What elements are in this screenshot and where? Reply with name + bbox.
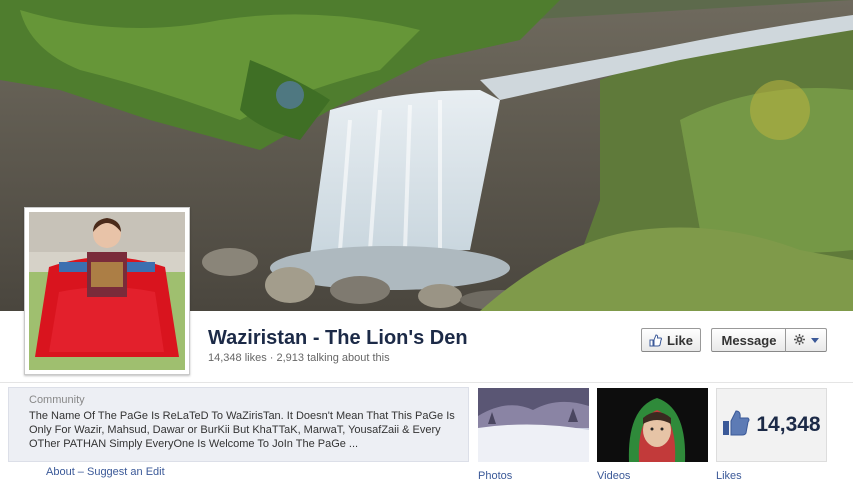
page-category: Community [29,394,85,406]
link-separator: – [74,466,87,478]
message-button-label: Message [721,332,777,348]
likes-label[interactable]: Likes [716,470,742,482]
about-links: About – Suggest an Edit [46,466,165,478]
videos-label[interactable]: Videos [597,470,630,482]
photos-label[interactable]: Photos [478,470,512,482]
page-title: Waziristan - The Lion's Den [208,327,468,349]
about-section: Community The Name Of The PaGe Is ReLaTe… [8,387,469,462]
about-link[interactable]: About [46,466,75,478]
gear-icon [793,333,805,348]
chevron-down-icon [810,337,819,343]
photos-thumbnail[interactable] [478,388,589,462]
like-button[interactable]: Like [641,328,701,352]
profile-picture[interactable] [24,207,190,375]
likes-count: 14,348 [756,413,821,436]
thumbs-up-icon [649,333,662,347]
page-stats: 14,348 likes · 2,913 talking about this [208,352,390,364]
settings-dropdown-button[interactable] [785,328,827,352]
thumbs-up-icon [722,409,750,441]
like-button-label: Like [666,332,693,348]
videos-thumbnail[interactable] [597,388,708,462]
page-description: The Name Of The PaGe Is ReLaTeD To WaZir… [29,410,455,450]
suggest-edit-link[interactable]: Suggest an Edit [87,466,165,478]
likes-thumbnail[interactable]: 14,348 [716,388,827,462]
message-button[interactable]: Message [711,328,786,352]
